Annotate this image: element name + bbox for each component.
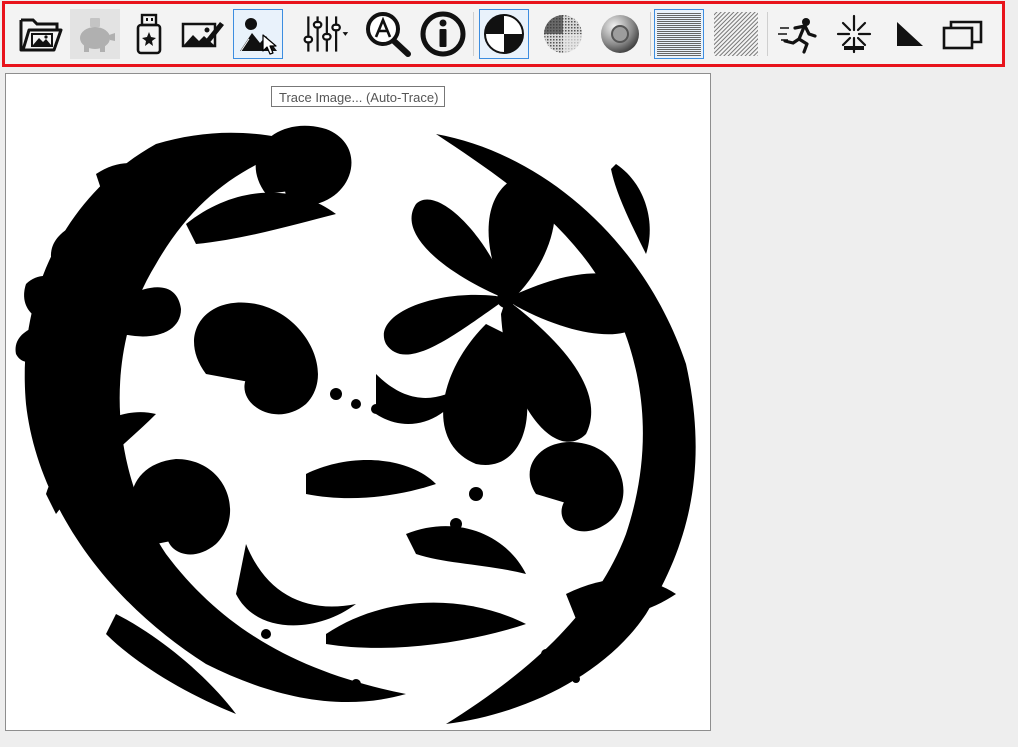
triangle-corner-icon: [897, 22, 923, 46]
open-image-folder-icon: [19, 18, 63, 52]
edit-image-icon: [181, 22, 224, 48]
piggy-bank-icon: [80, 18, 115, 52]
window-stack-icon: [942, 20, 983, 50]
dither-mode-button[interactable]: [538, 9, 588, 59]
diagonal-raster-button[interactable]: [711, 9, 761, 59]
threshold-mode-button[interactable]: [479, 9, 529, 59]
save-project-button[interactable]: [70, 9, 120, 59]
adjust-sliders-icon: [303, 16, 349, 52]
info-button[interactable]: [418, 9, 468, 59]
usb-export-button[interactable]: [124, 9, 174, 59]
open-image-button[interactable]: [16, 9, 66, 59]
origin-corner-button[interactable]: [884, 9, 934, 59]
magnify-text-icon: [366, 12, 411, 57]
dither-icon: [544, 15, 582, 53]
window-mode-button[interactable]: [938, 9, 988, 59]
grayscale-sphere-icon: [601, 15, 639, 53]
usb-drive-icon: [136, 13, 162, 55]
info-icon: [420, 11, 466, 57]
mouse-cursor-icon: [262, 34, 277, 55]
run-job-button[interactable]: [774, 9, 824, 59]
diagonal-raster-icon: [714, 12, 758, 56]
laser-burst-icon: [836, 14, 872, 54]
horizontal-raster-button[interactable]: [654, 9, 704, 59]
tooltip: Trace Image... (Auto-Trace): [271, 86, 446, 107]
zoom-text-button[interactable]: [363, 9, 413, 59]
threshold-icon: [484, 14, 524, 54]
toolbar-separator: [767, 12, 768, 56]
main-toolbar: [2, 1, 1005, 67]
grayscale-mode-button[interactable]: [595, 9, 645, 59]
toolbar-separator: [650, 12, 651, 56]
adjust-image-button[interactable]: [300, 9, 350, 59]
edit-image-button[interactable]: [178, 9, 228, 59]
laser-fire-button[interactable]: [829, 9, 879, 59]
toolbar-separator: [473, 12, 474, 56]
floral-ornament-image: [15, 125, 696, 724]
horizontal-raster-icon: [657, 12, 701, 56]
image-canvas[interactable]: [5, 73, 711, 731]
running-person-icon: [778, 18, 817, 54]
